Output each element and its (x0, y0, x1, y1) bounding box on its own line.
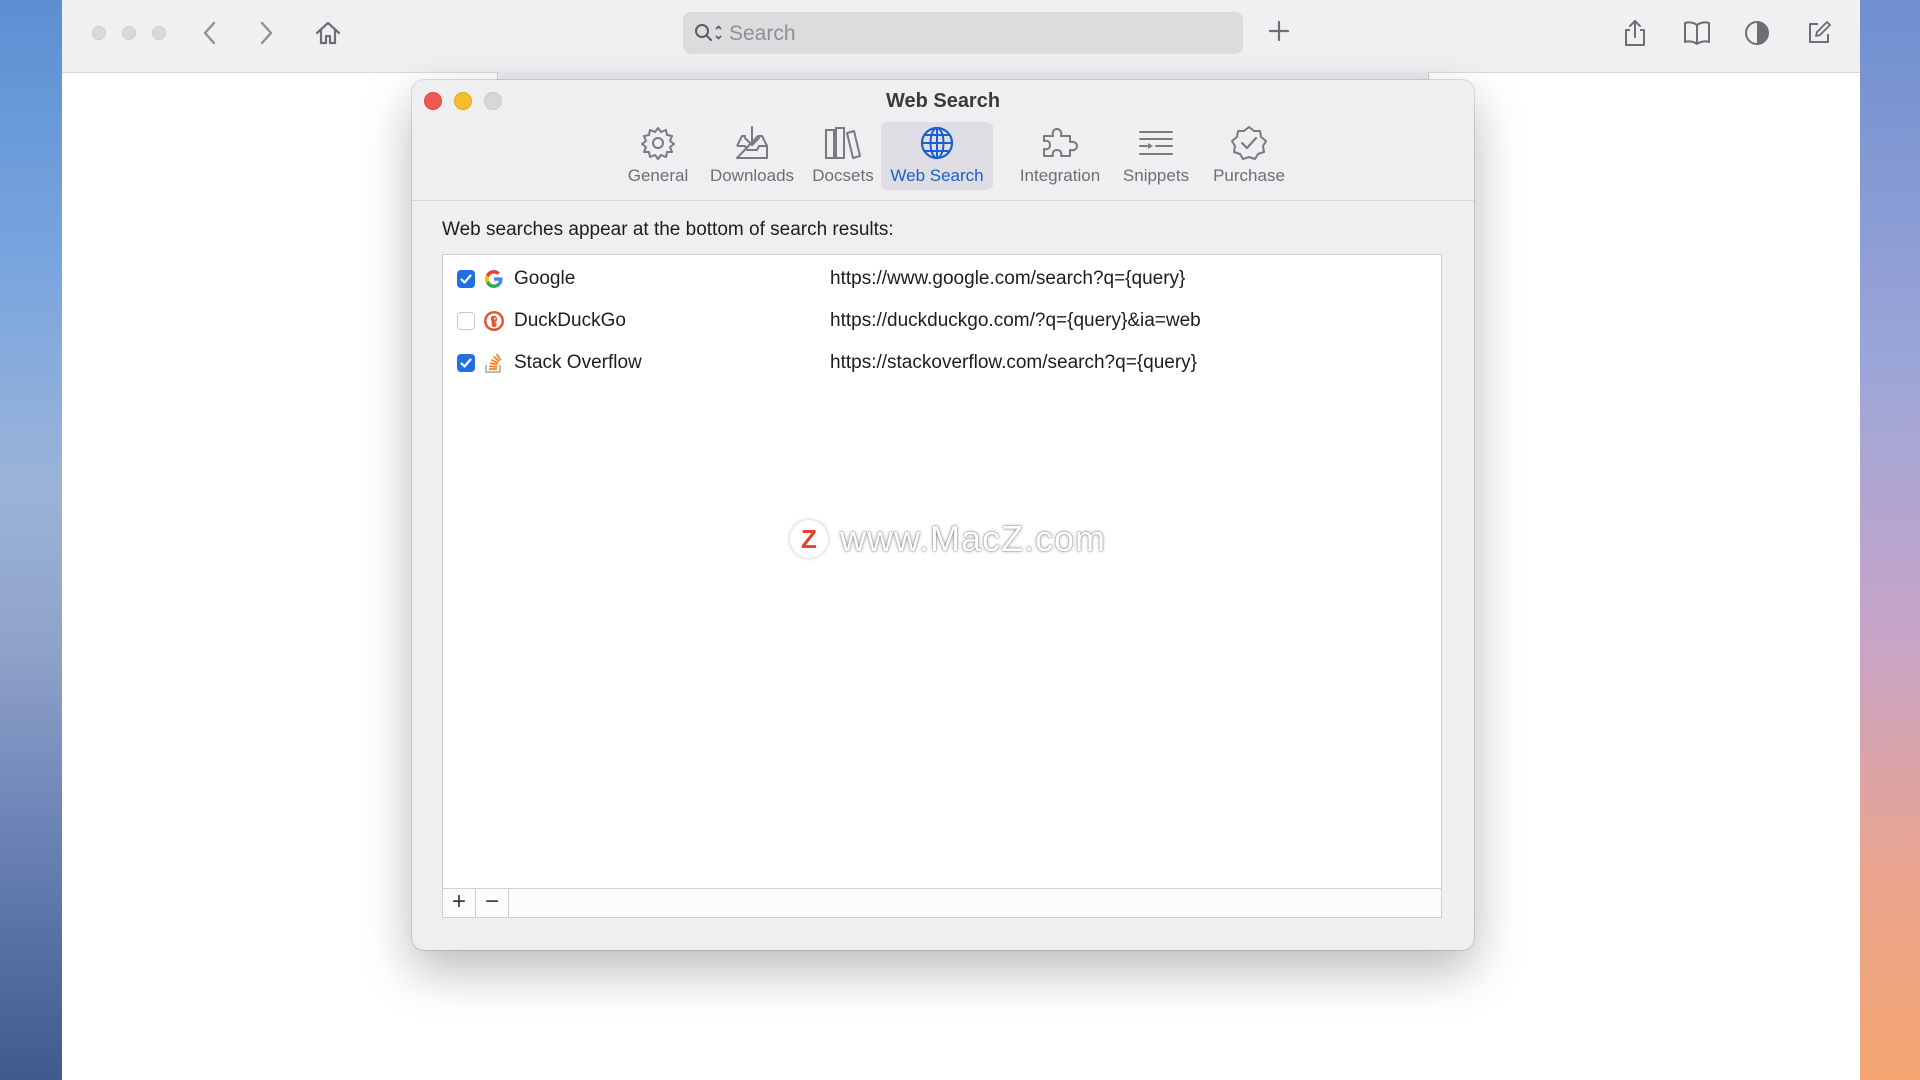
preferences-dialog: Web Search General Downloads Docsets Web… (412, 80, 1474, 950)
browser-minimize-button[interactable] (122, 26, 136, 40)
tab-label: Integration (1019, 166, 1101, 185)
back-icon[interactable] (202, 20, 218, 46)
desktop-wallpaper-right (1860, 0, 1920, 1080)
tab-general[interactable]: General (608, 122, 708, 190)
tab-label: Docsets (812, 166, 874, 185)
enable-checkbox[interactable] (457, 312, 475, 330)
engine-name: Stack Overflow (514, 352, 642, 373)
add-engine-button[interactable]: + (443, 889, 476, 917)
intro-text: Web searches appear at the bottom of sea… (442, 219, 894, 240)
watermark-text: www.MacZ.com (840, 518, 1107, 559)
tab-label: Purchase (1213, 166, 1285, 185)
new-tab-icon[interactable] (1267, 19, 1291, 43)
gear-icon (638, 124, 678, 162)
list-item[interactable]: Google https://www.google.com/search?q={… (443, 258, 1441, 300)
tab-downloads[interactable]: Downloads (702, 122, 802, 190)
stackoverflow-icon (483, 352, 505, 374)
list-item[interactable]: Stack Overflow https://stackoverflow.com… (443, 342, 1441, 384)
watermark-logo: Z (790, 520, 828, 558)
books-icon (823, 124, 863, 162)
engine-name: Google (514, 268, 576, 289)
engine-url: https://stackoverflow.com/search?q={quer… (830, 352, 1198, 373)
tabbar-divider (412, 200, 1474, 201)
share-icon[interactable] (1622, 18, 1648, 48)
tab-snippets[interactable]: Snippets (1106, 122, 1206, 190)
search-input[interactable] (727, 18, 1231, 50)
tab-docsets[interactable]: Docsets (800, 122, 886, 190)
dialog-title: Web Search (885, 90, 1001, 112)
snippets-icon (1136, 124, 1176, 162)
forward-icon[interactable] (258, 20, 274, 46)
list-footer-bar: + − (443, 888, 1441, 917)
watermark: Z www.MacZ.com (790, 518, 1130, 562)
web-search-engine-list[interactable]: Google https://www.google.com/search?q={… (442, 254, 1442, 918)
tab-label: Downloads (709, 166, 795, 185)
puzzle-icon (1040, 124, 1080, 162)
globe-icon (917, 124, 957, 162)
google-icon (483, 268, 505, 290)
contrast-icon[interactable] (1744, 20, 1770, 46)
tab-label: General (627, 166, 689, 185)
preferences-tabbar: General Downloads Docsets Web Search Int… (412, 122, 1474, 200)
browser-toolbar (62, 0, 1860, 73)
tab-label: Snippets (1122, 166, 1190, 185)
browser-search-bar[interactable] (683, 12, 1243, 54)
reader-book-icon[interactable] (1682, 20, 1712, 46)
duckduckgo-icon (483, 310, 505, 332)
browser-zoom-button[interactable] (152, 26, 166, 40)
enable-checkbox[interactable] (457, 354, 475, 372)
home-icon[interactable] (314, 19, 342, 47)
engine-url: https://www.google.com/search?q={query} (830, 268, 1186, 289)
browser-close-button[interactable] (92, 26, 106, 40)
engine-name: DuckDuckGo (514, 310, 626, 331)
tab-purchase[interactable]: Purchase (1194, 122, 1304, 190)
checkmark-seal-icon (1229, 124, 1269, 162)
compose-icon[interactable] (1806, 20, 1832, 46)
list-item[interactable]: DuckDuckGo https://duckduckgo.com/?q={qu… (443, 300, 1441, 342)
tab-web-search[interactable]: Web Search (881, 122, 993, 190)
engine-url: https://duckduckgo.com/?q={query}&ia=web (830, 310, 1201, 331)
tab-label: Web Search (890, 166, 984, 185)
search-icon (694, 23, 724, 48)
remove-engine-button[interactable]: − (476, 889, 509, 917)
tray-download-icon (732, 124, 772, 162)
tab-integration[interactable]: Integration (1000, 122, 1120, 190)
enable-checkbox[interactable] (457, 270, 475, 288)
